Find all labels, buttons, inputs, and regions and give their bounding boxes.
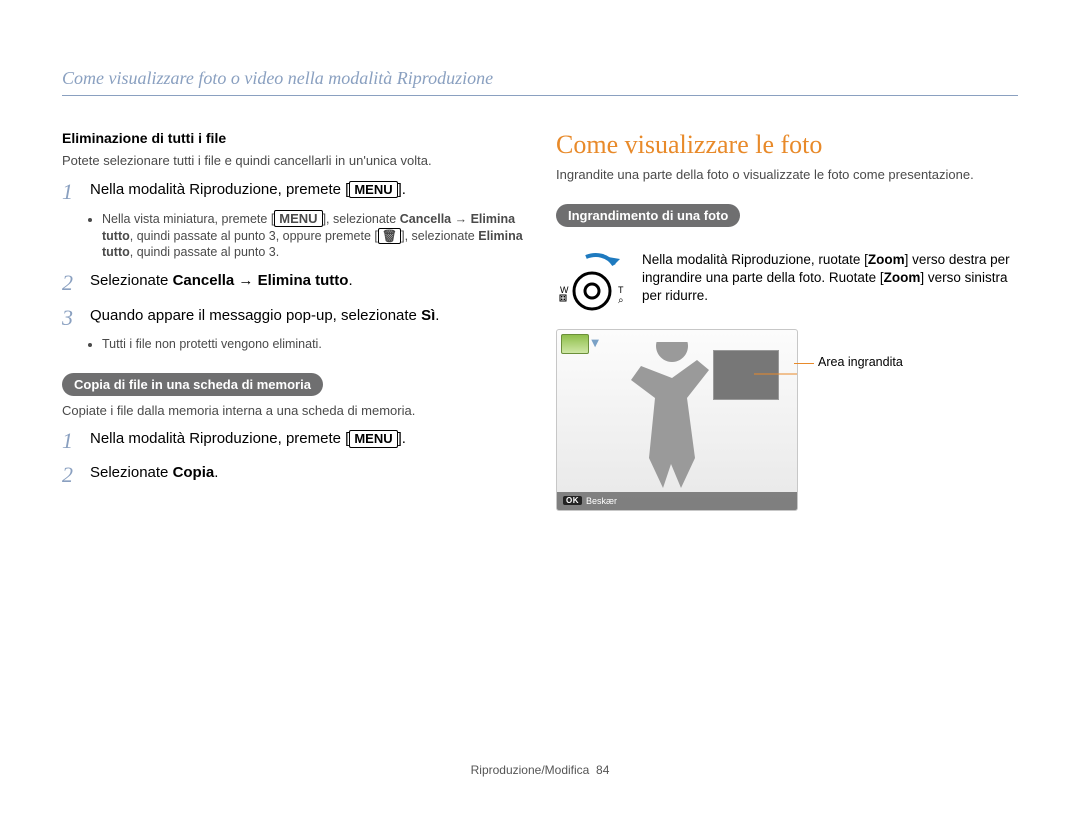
camera-screen: ▶ OK Beskær (556, 329, 798, 511)
svg-text:W: W (560, 285, 569, 295)
bold-text: Zoom (868, 252, 905, 267)
bold-text: Zoom (884, 270, 921, 285)
dial-icon: W T ⌕ (556, 251, 628, 315)
note-item: Nella vista miniatura, premete [MENU], s… (102, 210, 524, 262)
manual-page: Come visualizzare foto o video nella mod… (0, 0, 1080, 815)
thumbnail-icon (561, 334, 589, 354)
text: Nella vista miniatura, premete [ (102, 212, 274, 226)
step-body: Quando appare il messaggio pop-up, selez… (90, 306, 439, 330)
text: Nella modalità Riproduzione, premete [ (90, 430, 349, 447)
screen-topbar: ▶ (561, 334, 599, 354)
zoom-instruction-text: Nella modalità Riproduzione, ruotate [Zo… (642, 251, 1018, 315)
copy-description: Copiate i file dalla memoria interna a u… (62, 402, 524, 420)
right-column: Come visualizzare le foto Ingrandite una… (556, 130, 1018, 511)
child-silhouette (617, 342, 727, 492)
text: ], selezionate (323, 212, 400, 226)
text: . (214, 464, 218, 481)
footer-text: Riproduzione/Modifica (471, 763, 590, 777)
step-body: Selezionate Copia. (90, 463, 218, 487)
step-number: 1 (62, 429, 80, 453)
step-3-note: Tutti i file non protetti vengono elimin… (102, 336, 524, 353)
heading-delete-all: Eliminazione di tutti i file (62, 130, 524, 146)
zoom-instruction-row: W T ⌕ Nella modalità Riproduzione, ruota… (556, 251, 1018, 315)
step-number: 2 (62, 271, 80, 295)
leader-line (768, 374, 798, 375)
step-body: Nella modalità Riproduzione, premete [ME… (90, 429, 406, 453)
svg-text:T: T (618, 285, 624, 295)
step-number: 3 (62, 306, 80, 330)
step-body: Nella modalità Riproduzione, premete [ME… (90, 180, 406, 204)
step-1-note: Nella vista miniatura, premete [MENU], s… (102, 210, 524, 262)
menu-button-label: MENU (349, 430, 397, 448)
svg-text:⌕: ⌕ (618, 295, 624, 306)
text: . (348, 272, 352, 289)
section-title: Come visualizzare le foto (556, 130, 1018, 160)
page-number: 84 (596, 763, 609, 777)
screen-footer-label: Beskær (586, 496, 617, 506)
menu-button-label: MENU (349, 181, 397, 199)
subheading-zoom: Ingrandimento di una foto (556, 204, 740, 227)
menu-button-label: MENU (274, 210, 322, 228)
screen-preview-row: ▶ OK Beskær Area ingrandita (556, 329, 1018, 511)
delete-all-description: Potete selezionare tutti i file e quindi… (62, 152, 524, 170)
page-footer: Riproduzione/Modifica 84 (0, 763, 1080, 777)
text: ], selezionate (401, 229, 478, 243)
magnified-area-box (713, 350, 779, 400)
text: Nella modalità Riproduzione, ruotate [ (642, 252, 868, 267)
bold-text: Sì (421, 307, 435, 324)
bold-text: Cancella → Elimina tutto (173, 272, 349, 289)
step-3: 3 Quando appare il messaggio pop-up, sel… (62, 306, 524, 330)
text: ]. (398, 181, 406, 198)
step-number: 2 (62, 463, 80, 487)
ok-badge: OK (563, 496, 582, 505)
bold-text: Copia (173, 464, 215, 481)
left-column: Eliminazione di tutti i file Potete sele… (62, 130, 524, 511)
running-header: Come visualizzare foto o video nella mod… (62, 68, 1018, 96)
copy-step-1: 1 Nella modalità Riproduzione, premete [… (62, 429, 524, 453)
step-2: 2 Selezionate Cancella → Elimina tutto. (62, 271, 524, 295)
magnified-area-label: Area ingrandita (818, 355, 903, 369)
copy-step-2: 2 Selezionate Copia. (62, 463, 524, 487)
step-number: 1 (62, 180, 80, 204)
trash-icon: 🗑 (378, 228, 401, 244)
section-intro: Ingrandite una parte della foto o visual… (556, 166, 1018, 184)
zoom-dial-illustration: W T ⌕ (556, 251, 628, 315)
text: . (435, 307, 439, 324)
chevron-icon: ▶ (589, 340, 600, 348)
text: Quando appare il messaggio pop-up, selez… (90, 307, 421, 324)
text: Nella modalità Riproduzione, premete [ (90, 181, 349, 198)
screen-footer: OK Beskær (557, 492, 797, 510)
note-item: Tutti i file non protetti vengono elimin… (102, 336, 524, 353)
text: , quindi passate al punto 3, oppure prem… (130, 229, 378, 243)
text: Selezionate (90, 272, 173, 289)
text: Selezionate (90, 464, 173, 481)
subheading-copy: Copia di file in una scheda di memoria (62, 373, 323, 396)
text: , quindi passate al punto 3. (130, 245, 279, 259)
two-column-layout: Eliminazione di tutti i file Potete sele… (62, 130, 1018, 511)
step-1: 1 Nella modalità Riproduzione, premete [… (62, 180, 524, 204)
step-body: Selezionate Cancella → Elimina tutto. (90, 271, 353, 295)
text: ]. (398, 430, 406, 447)
